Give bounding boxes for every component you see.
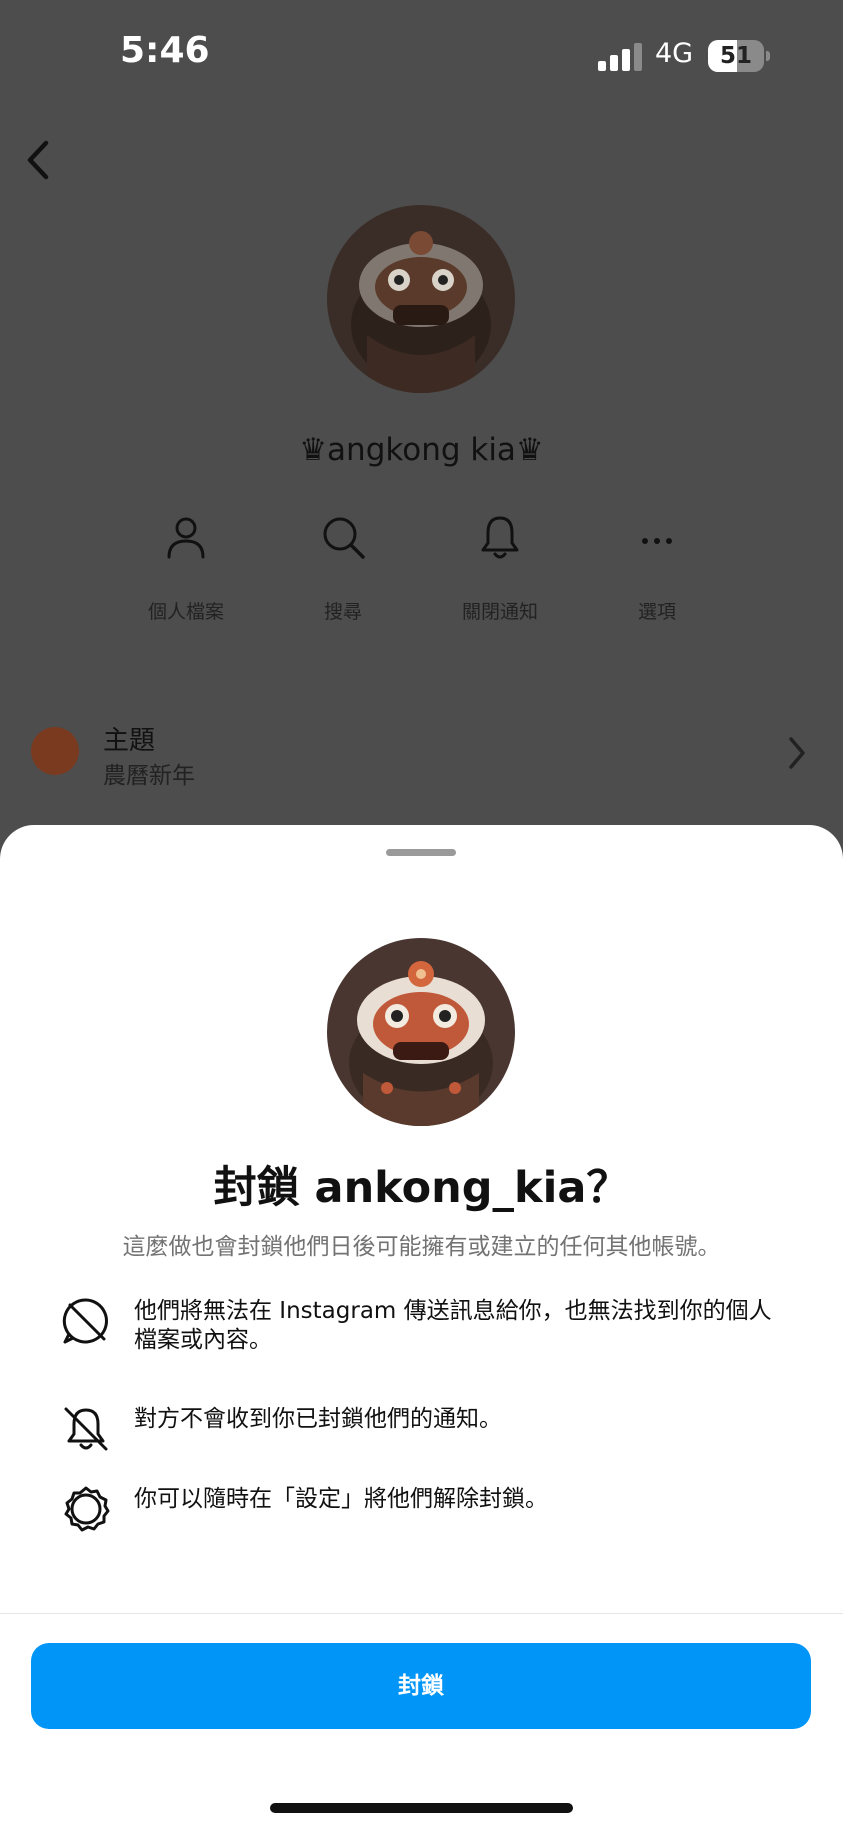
battery-level: 51 (719, 43, 752, 69)
person-icon (167, 517, 205, 559)
home-indicator (270, 1803, 573, 1813)
action-options[interactable]: 選項 (587, 505, 727, 635)
block-bottom-sheet: 封鎖 ankong_kia？ 這麼做也會封鎖他們日後可能擁有或建立的任何其他帳號… (0, 825, 843, 1827)
action-search[interactable]: 搜尋 (273, 505, 413, 635)
status-time: 5:46 (120, 30, 210, 71)
info-text-notification: 對方不會收到你已封鎖他們的通知。 (134, 1406, 502, 1432)
block-title: 封鎖 ankong_kia？ (213, 1163, 630, 1213)
action-options-label: 選項 (637, 601, 676, 623)
theme-icon (31, 727, 79, 775)
action-profile-label: 個人檔案 (147, 601, 224, 623)
action-profile[interactable]: 個人檔案 (116, 505, 256, 635)
block-button[interactable]: 封鎖 (31, 1643, 811, 1729)
action-search-label: 搜尋 (323, 601, 362, 623)
profile-avatar[interactable] (327, 205, 515, 393)
battery-icon: 51 (708, 40, 770, 72)
info-text-settings: 你可以隨時在「設定」將他們解除封鎖。 (134, 1486, 548, 1512)
cellular-signal-icon (598, 43, 642, 71)
profile-actions: 個人檔案 搜尋 關閉通知 選項 (0, 505, 843, 635)
bell-off-icon (64, 1407, 108, 1451)
settings-gear-icon (64, 1486, 110, 1532)
back-arrow-icon[interactable] (18, 135, 58, 185)
theme-row[interactable]: 主題 農曆新年 (0, 710, 843, 790)
action-mute[interactable]: 關閉通知 (430, 505, 570, 635)
more-icon (642, 538, 672, 544)
blocked-message-icon (62, 1298, 108, 1344)
theme-title: 主題 (103, 726, 156, 756)
bell-icon (481, 516, 519, 559)
blocked-user-avatar (327, 938, 515, 1126)
divider (0, 1613, 843, 1614)
action-mute-label: 關閉通知 (461, 601, 538, 623)
theme-subtitle: 農曆新年 (103, 763, 195, 789)
info-text-messages: 他們將無法在 Instagram 傳送訊息給你，也無法找到你的個人檔案或內容。 (134, 1298, 772, 1353)
chevron-right-icon (789, 737, 805, 769)
profile-name: ♛angkong kia♛ (299, 432, 544, 468)
status-bar: 5:46 4G 51 (0, 0, 843, 110)
block-subtitle: 這麼做也會封鎖他們日後可能擁有或建立的任何其他帳號。 (122, 1234, 721, 1260)
search-icon (323, 517, 365, 559)
network-type: 4G (655, 38, 694, 69)
sheet-grabber[interactable] (386, 849, 456, 856)
